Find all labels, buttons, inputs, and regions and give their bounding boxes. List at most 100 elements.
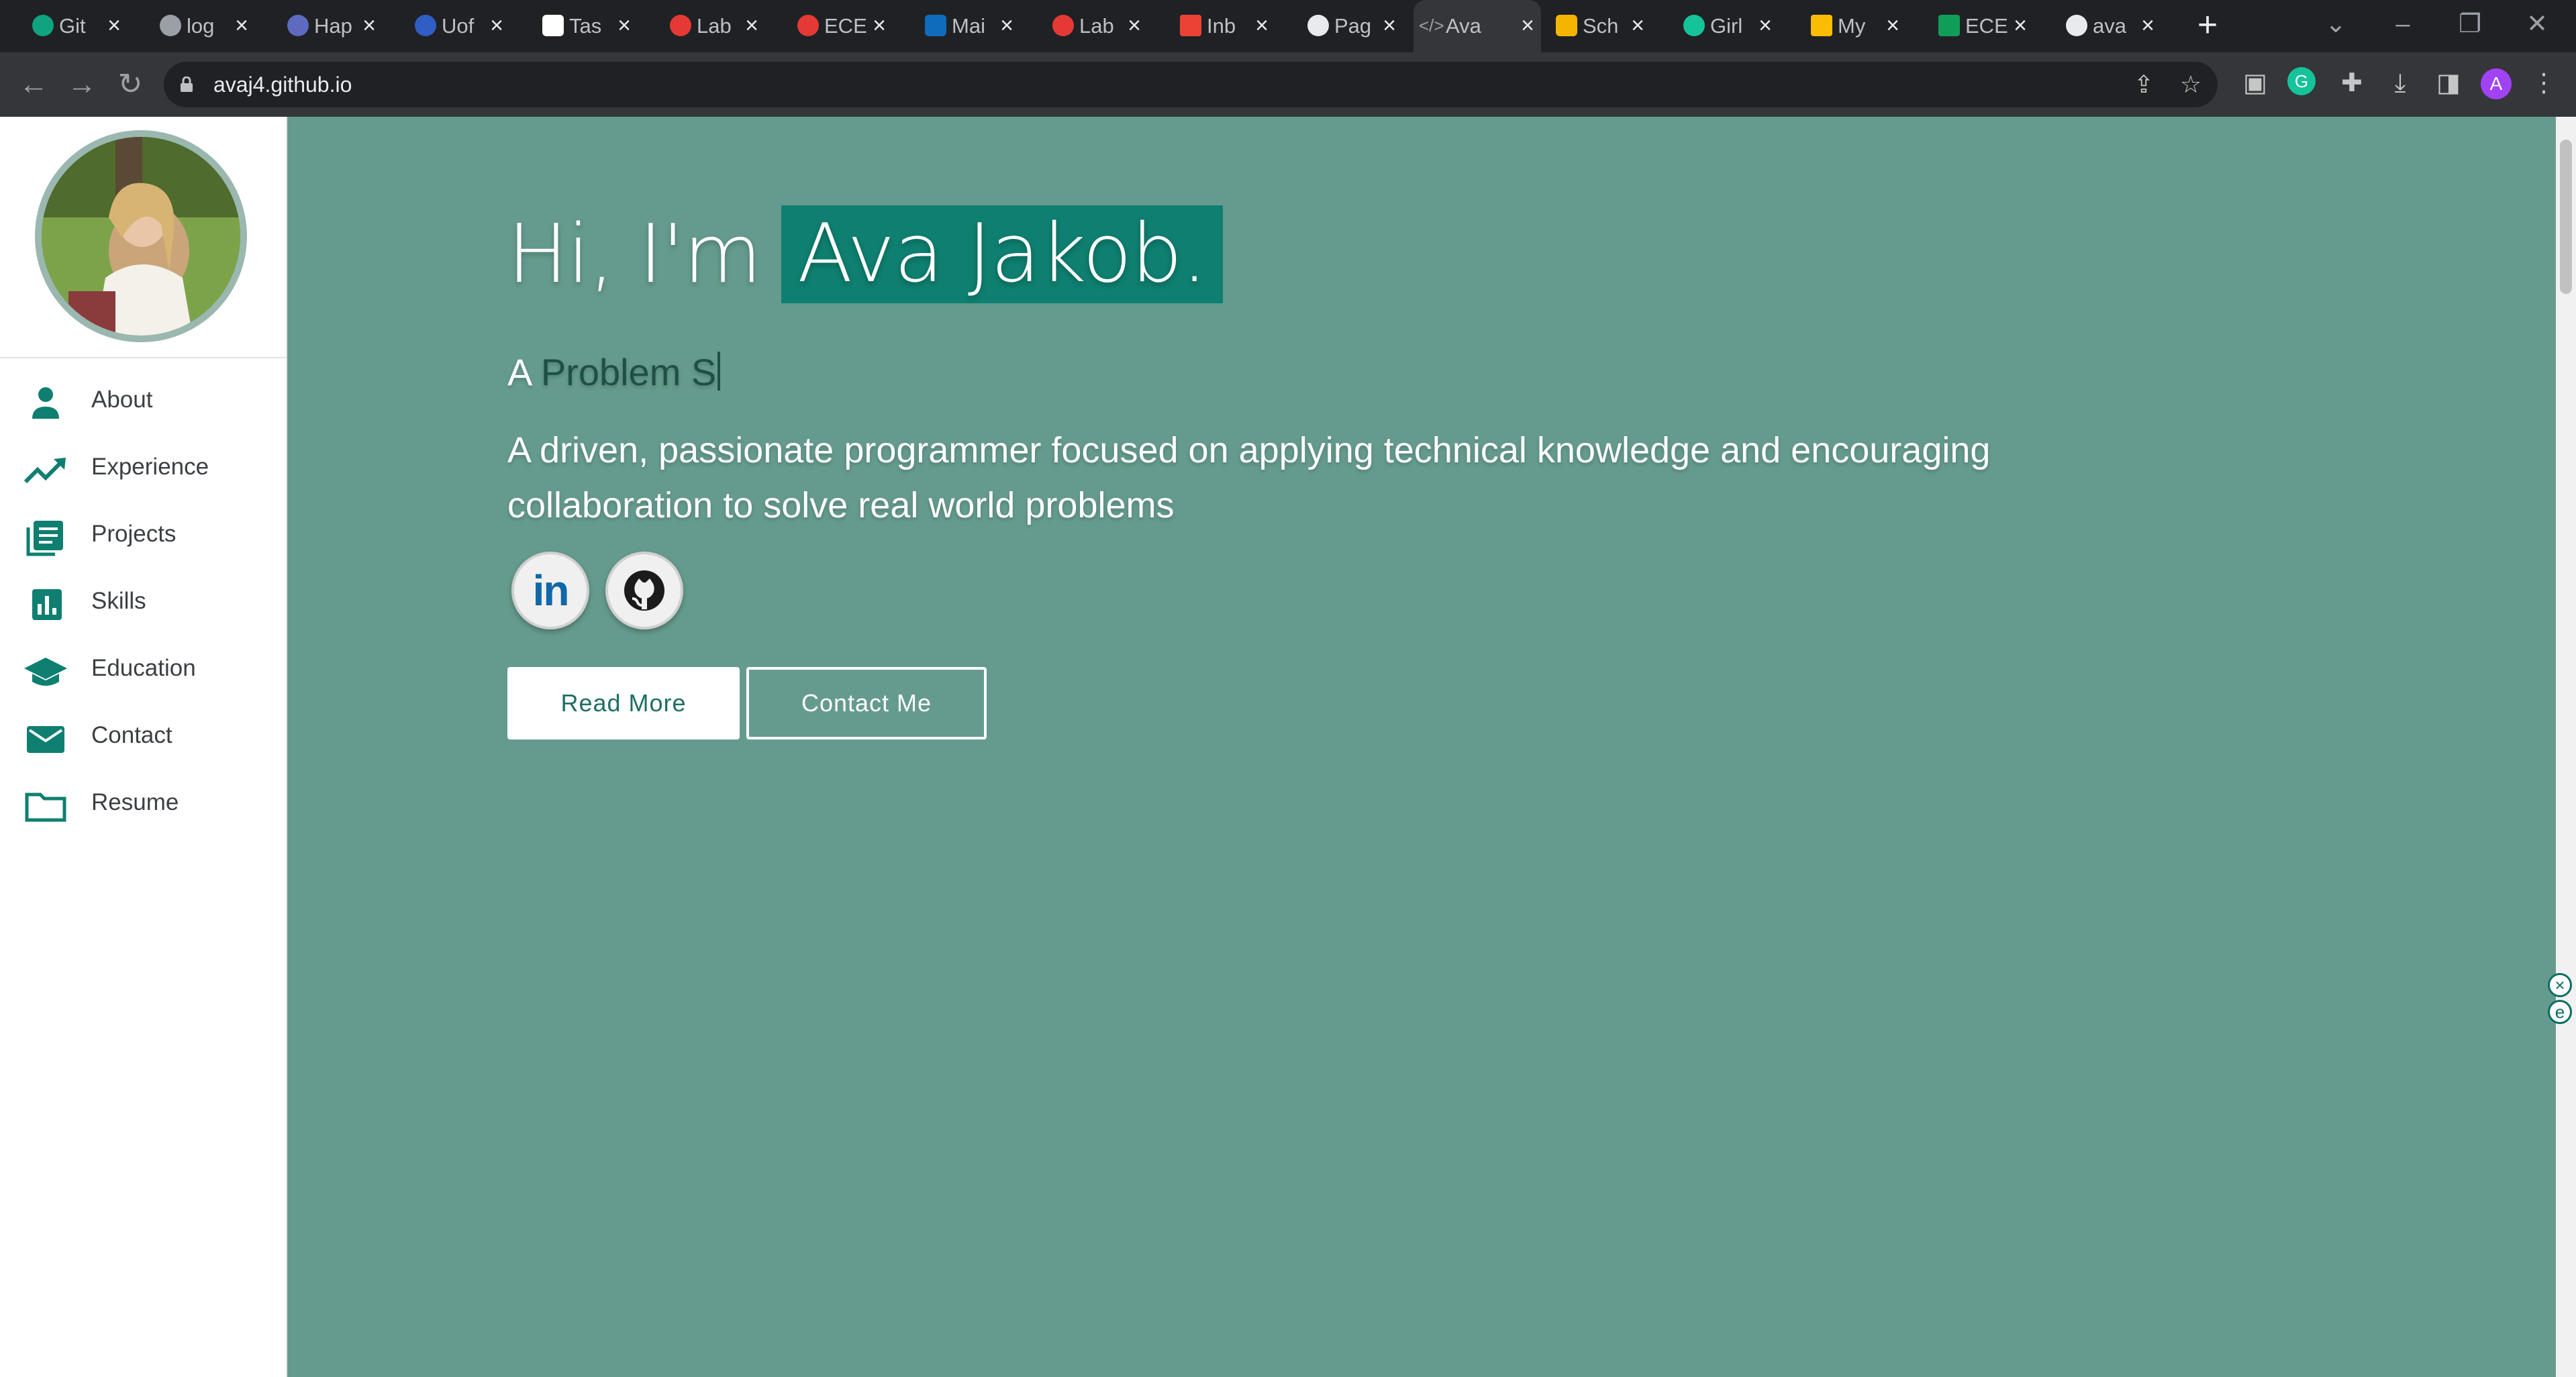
canvas-icon xyxy=(670,15,691,36)
close-icon[interactable]: × xyxy=(745,12,758,39)
browser-tab[interactable]: ECE × xyxy=(1933,0,2034,52)
browser-toolbar: ← → ↻ avaj4.github.io ⇪ ☆ ▣ G ✚ ⤓ ◨ A ⋮ xyxy=(0,52,2576,117)
read-more-button[interactable]: Read More xyxy=(507,667,740,740)
browser-tab[interactable]: My × xyxy=(1805,0,1906,52)
tab-title: My xyxy=(1838,14,1866,38)
greeting-prefix: Hi, I'm xyxy=(507,207,762,301)
sidebar-item-contact[interactable]: Contact xyxy=(0,706,287,773)
close-icon[interactable]: × xyxy=(235,12,248,39)
close-icon[interactable]: × xyxy=(1521,12,1534,39)
download-icon[interactable]: ⤓ xyxy=(2384,67,2416,99)
tab-search-icon[interactable]: ⌄ xyxy=(2309,5,2363,43)
url-text[interactable]: avaj4.github.io xyxy=(213,72,352,97)
canvas-icon xyxy=(797,15,819,36)
role-prefix: A xyxy=(507,351,531,393)
menu-kebab-icon[interactable]: ⋮ xyxy=(2528,67,2560,99)
close-icon[interactable]: × xyxy=(490,12,503,39)
uof-icon xyxy=(415,15,436,36)
avatar xyxy=(35,130,247,342)
restore-icon[interactable]: ❐ xyxy=(2443,5,2497,43)
browser-tab[interactable]: Lab × xyxy=(664,0,765,52)
forward-icon[interactable]: → xyxy=(64,67,99,102)
browser-tab[interactable]: Pag × xyxy=(1302,0,1403,52)
tab-title: Girl xyxy=(1710,14,1743,38)
keychain-icon[interactable]: ▣ xyxy=(2239,67,2271,99)
divider xyxy=(0,357,287,358)
sidebar-item-education[interactable]: Education xyxy=(0,639,287,706)
library-books-icon xyxy=(26,521,63,556)
lock-icon[interactable] xyxy=(180,76,193,93)
close-icon[interactable]: × xyxy=(873,12,886,39)
grammarly-icon xyxy=(1683,15,1705,36)
openai-icon xyxy=(32,15,54,36)
back-icon[interactable]: ← xyxy=(16,67,51,102)
github-icon xyxy=(1307,15,1329,36)
outlook-icon xyxy=(925,15,946,36)
tab-title: Inb xyxy=(1207,14,1236,38)
browser-tab[interactable]: Hap × xyxy=(282,0,383,52)
new-tab-button[interactable]: + xyxy=(2189,7,2226,44)
sidebar-item-skills[interactable]: Skills xyxy=(0,572,287,639)
github-button[interactable] xyxy=(605,552,683,629)
typed-role: A Problem S xyxy=(507,350,721,394)
browser-tab[interactable]: Girl × xyxy=(1678,0,1779,52)
browser-tab[interactable]: Tas × xyxy=(537,0,638,52)
close-icon[interactable]: × xyxy=(1631,12,1644,39)
profile-avatar[interactable]: A xyxy=(2481,68,2512,99)
trending-up-icon xyxy=(23,458,66,484)
contact-me-button[interactable]: Contact Me xyxy=(746,667,987,740)
browser-tab[interactable]: ava × xyxy=(2061,0,2161,52)
close-icon[interactable]: × xyxy=(617,12,631,39)
puzzle-icon[interactable]: ✚ xyxy=(2336,67,2368,99)
close-icon[interactable]: × xyxy=(2141,12,2154,39)
close-icon[interactable]: × xyxy=(1000,12,1013,39)
grammarly-icon[interactable]: G xyxy=(2287,67,2316,95)
browser-tab[interactable]: Git × xyxy=(27,0,128,52)
sidebar-item-resume[interactable]: Resume xyxy=(0,773,287,840)
linkedin-button[interactable]: in xyxy=(511,552,589,629)
close-icon[interactable]: × xyxy=(362,12,376,39)
shield-icon xyxy=(1556,15,1577,36)
tab-title: Lab xyxy=(697,14,732,38)
scrollbar-thumb[interactable] xyxy=(2560,140,2572,294)
close-icon[interactable]: × xyxy=(2014,12,2027,39)
close-icon[interactable]: × xyxy=(2548,973,2572,997)
github-icon xyxy=(624,570,664,611)
sidebar-item-label: Contact xyxy=(91,722,172,748)
role-typed-text: Problem S xyxy=(540,351,717,393)
minimize-icon[interactable]: – xyxy=(2376,5,2430,43)
browser-tab[interactable]: Inb × xyxy=(1175,0,1275,52)
extension-widget-icon[interactable]: e xyxy=(2548,1000,2572,1024)
sidebar-item-label: About xyxy=(91,387,153,413)
sidebar-item-experience[interactable]: Experience xyxy=(0,438,287,505)
tab-title: Ava xyxy=(1446,14,1481,38)
sidebar-item-label: Experience xyxy=(91,454,209,480)
browser-tab[interactable]: Lab × xyxy=(1047,0,1148,52)
close-icon[interactable]: × xyxy=(1383,12,1396,39)
tab-title: log xyxy=(187,14,215,38)
scrollbar[interactable] xyxy=(2556,117,2576,1377)
sidebar-item-projects[interactable]: Projects xyxy=(0,505,287,572)
bookmark-star-icon[interactable]: ☆ xyxy=(2177,71,2204,98)
window-close-icon[interactable]: ✕ xyxy=(2510,5,2564,43)
close-icon[interactable]: × xyxy=(1128,12,1141,39)
sidebar-item-about[interactable]: About xyxy=(0,370,287,438)
browser-tab[interactable]: Uof × xyxy=(409,0,510,52)
browser-tab[interactable]: Sch × xyxy=(1550,0,1651,52)
close-icon[interactable]: × xyxy=(107,12,121,39)
canvas-icon xyxy=(1052,15,1074,36)
browser-tab-active[interactable]: </> Ava × xyxy=(1414,0,1541,52)
sidepanel-icon[interactable]: ◨ xyxy=(2432,67,2465,99)
close-icon[interactable]: × xyxy=(1255,12,1269,39)
hero-heading: Hi, I'm Ava Jakob. xyxy=(507,205,1223,303)
close-icon[interactable]: × xyxy=(1886,12,1899,39)
reload-icon[interactable]: ↻ xyxy=(113,67,148,102)
tab-title: Sch xyxy=(1583,14,1619,38)
page-viewport: About Experience Projects Skills Educati… xyxy=(0,117,2576,1377)
share-icon[interactable]: ⇪ xyxy=(2130,71,2157,98)
browser-tab[interactable]: ECE × xyxy=(792,0,893,52)
browser-tab[interactable]: log × xyxy=(154,0,255,52)
close-icon[interactable]: × xyxy=(1758,12,1772,39)
browser-tab[interactable]: Mai × xyxy=(920,0,1020,52)
address-bar[interactable]: avaj4.github.io ⇪ ☆ xyxy=(164,62,2218,107)
